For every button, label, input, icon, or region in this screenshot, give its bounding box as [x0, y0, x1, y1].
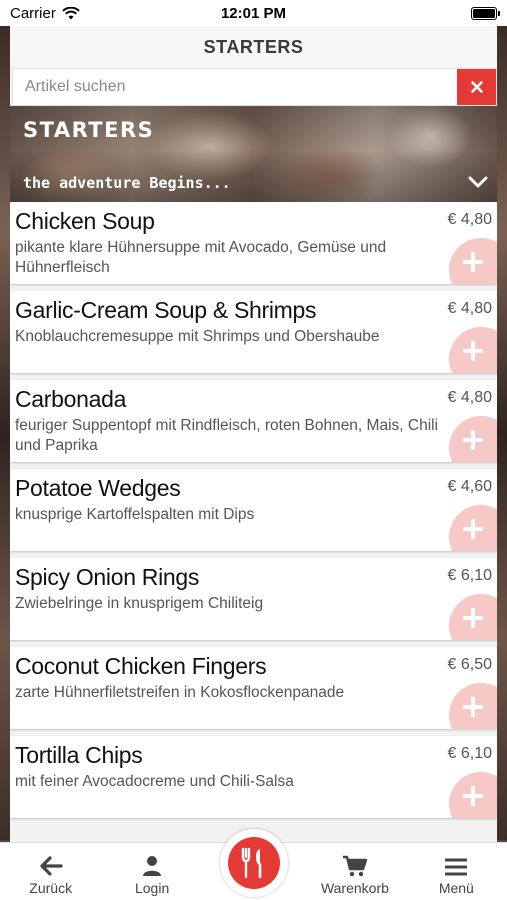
item-description: mit feiner Avocadocreme und Chili-Salsa	[15, 773, 294, 790]
item-price: € 6,50	[447, 656, 492, 673]
item-name: Coconut Chicken Fingers	[15, 653, 267, 679]
plus-icon	[463, 697, 483, 717]
item-name: Spicy Onion Rings	[15, 564, 200, 590]
carrier-label: Carrier	[10, 4, 56, 22]
user-icon	[143, 856, 162, 876]
restaurant-menu-button[interactable]	[220, 829, 288, 897]
nav-login-label: Login	[134, 880, 170, 896]
item-name: Chicken Soup	[15, 208, 155, 234]
item-description: Knoblauchcremesuppe mit Shrimps und Ober…	[15, 328, 380, 345]
menu-item[interactable]: Chicken Soup pikante klare Hühnersuppe m…	[10, 202, 497, 284]
item-price: € 4,80	[447, 389, 492, 406]
item-name: Carbonada	[15, 386, 127, 412]
nav-cart[interactable]: Warenkorb	[304, 843, 405, 900]
shopping-cart-icon	[342, 855, 368, 877]
bottom-navigation: Zurück Login Warenkorb Menü	[0, 829, 507, 900]
menu-item[interactable]: Coconut Chicken Fingers zarte Hühnerfile…	[10, 647, 497, 729]
item-price: € 6,10	[447, 567, 492, 584]
nav-back-label: Zurück	[29, 880, 73, 896]
menu-item[interactable]: Tortilla Chips mit feiner Avocadocreme u…	[10, 736, 497, 818]
clear-search-button[interactable]	[457, 69, 496, 105]
plus-icon	[463, 519, 483, 539]
fork-knife-icon	[241, 847, 262, 879]
page-title: STARTERS	[203, 36, 304, 57]
item-price: € 4,80	[447, 300, 492, 317]
search-input[interactable]	[13, 69, 457, 105]
close-icon	[470, 81, 483, 93]
battery-icon	[471, 6, 500, 20]
plus-icon	[463, 786, 483, 806]
nav-menu-label: Menü	[438, 880, 474, 896]
plus-icon	[463, 252, 483, 272]
banner-subtitle: the adventure Begins...	[23, 174, 231, 192]
item-description: feuriger Suppentopf mit Rindfleisch, rot…	[15, 417, 439, 454]
page-header: STARTERS	[10, 26, 497, 68]
wifi-icon	[62, 6, 80, 19]
nav-login[interactable]: Login	[101, 843, 202, 900]
plus-icon	[463, 608, 483, 628]
category-banner[interactable]: STARTERS the adventure Begins...	[10, 106, 497, 202]
item-name: Garlic-Cream Soup & Shrimps	[15, 297, 317, 323]
item-price: € 4,60	[447, 478, 492, 495]
item-price: € 6,10	[447, 745, 492, 762]
menu-item[interactable]: Spicy Onion Rings Zwiebelringe in knuspr…	[10, 558, 497, 640]
item-description: Zwiebelringe in knusprigem Chiliteig	[15, 595, 264, 612]
banner-title: STARTERS	[23, 118, 155, 142]
item-name: Potatoe Wedges	[15, 475, 181, 501]
menu-item[interactable]: Potatoe Wedges knusprige Kartoffelspalte…	[10, 469, 497, 551]
item-description: pikante klare Hühnersuppe mit Avocado, G…	[15, 239, 387, 276]
item-description: knusprige Kartoffelspalten mit Dips	[15, 506, 255, 523]
arrow-left-icon	[40, 856, 63, 876]
nav-menu[interactable]: Menü	[406, 843, 507, 900]
plus-icon	[463, 341, 483, 361]
menu-items-list: Chicken Soup pikante klare Hühnersuppe m…	[10, 202, 497, 818]
menu-item[interactable]: Garlic-Cream Soup & Shrimps Knoblauchcre…	[10, 291, 497, 373]
menu-item[interactable]: Carbonada feuriger Suppentopf mit Rindfl…	[10, 380, 497, 462]
plus-icon	[463, 430, 483, 450]
status-bar: Carrier 12:01 PM	[0, 0, 507, 26]
item-price: € 4,80	[447, 211, 492, 228]
search-bar	[12, 68, 497, 106]
nav-cart-label: Warenkorb	[320, 880, 389, 896]
hamburger-menu-icon	[445, 858, 468, 876]
item-description: zarte Hühnerfiletstreifen in Kokosflocke…	[15, 684, 345, 701]
chevron-down-icon[interactable]	[467, 172, 489, 192]
nav-back[interactable]: Zurück	[0, 843, 101, 900]
item-name: Tortilla Chips	[15, 742, 143, 768]
menu-panel: STARTERS STARTERS the adventure Begins..…	[10, 26, 497, 842]
